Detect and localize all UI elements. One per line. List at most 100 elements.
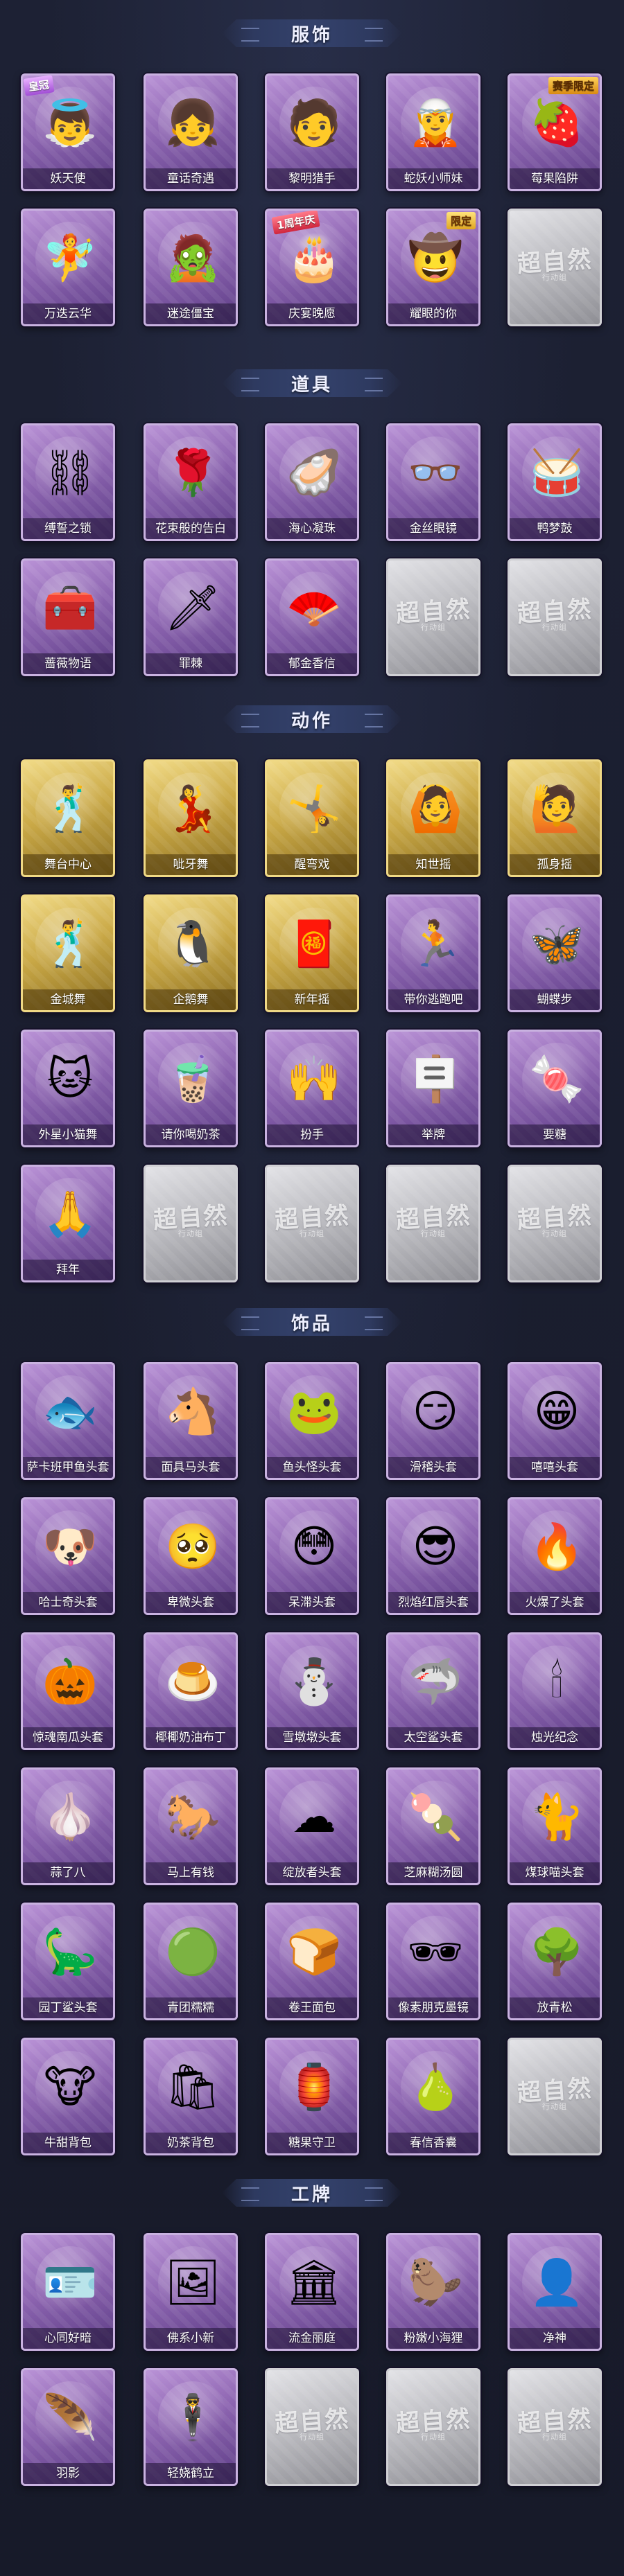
item-card[interactable]: 🕺 舞台中心 <box>21 759 115 877</box>
section-header: 道具 <box>222 364 402 403</box>
pose-run-icon: 🏃 <box>401 908 470 981</box>
first-aid-kit-icon: 🧰 <box>35 572 105 645</box>
item-card[interactable]: 🧋 请你喝奶茶 <box>144 1030 238 1147</box>
item-card[interactable]: 🦈 太空鲨头套 <box>386 1632 480 1750</box>
item-card[interactable]: ⛓ 缚誓之锁 <box>21 423 115 541</box>
item-card[interactable]: 🕶 像素朋克墨镜 <box>386 1903 480 2020</box>
item-card[interactable]: 👧 童话奇遇 <box>144 73 238 191</box>
item-card[interactable]: 😎 烈焰红唇头套 <box>386 1497 480 1615</box>
gold-glasses-icon: 👓 <box>401 436 470 510</box>
item-card[interactable]: 🦫 粉嫩小海狸 <box>386 2233 480 2351</box>
pose-butterfly-icon: 🦋 <box>522 908 591 981</box>
item-label: 净神 <box>510 2328 600 2349</box>
item-card[interactable]: 🎃 惊魂南瓜头套 <box>21 1632 115 1750</box>
item-card[interactable]: 🏃 带你逃跑吧 <box>386 894 480 1012</box>
item-card[interactable]: 🛍 奶茶背包 <box>144 2038 238 2155</box>
pose-sign-icon: 🪧 <box>401 1043 470 1116</box>
item-card[interactable]: 👓 金丝眼镜 <box>386 423 480 541</box>
item-card[interactable]: 🍞 卷王面包 <box>265 1903 359 2020</box>
item-label: 园丁鲨头套 <box>23 1997 113 2018</box>
item-card[interactable]: 🐮 牛甜背包 <box>21 2038 115 2155</box>
item-card[interactable]: 🕴 轻娆鹤立 <box>144 2368 238 2486</box>
item-card[interactable]: 🖼 佛系小新 <box>144 2233 238 2351</box>
pose-center-stage-icon: 🕺 <box>35 773 105 846</box>
item-card[interactable]: 👤 净神 <box>508 2233 602 2351</box>
item-label: 烈焰红唇头套 <box>388 1592 478 1613</box>
item-card[interactable]: 🙆 知世摇 <box>386 759 480 877</box>
item-card[interactable]: 🟢 青团糯糯 <box>144 1903 238 2020</box>
oath-chain-icon: ⛓ <box>35 436 105 510</box>
item-card[interactable]: 🌳 放青松 <box>508 1903 602 2020</box>
item-card[interactable]: 🏛 流金丽庭 <box>265 2233 359 2351</box>
gardener-shark-icon: 🦕 <box>35 1916 105 1989</box>
item-card[interactable]: 🧝 蛇妖小师妹 <box>386 73 480 191</box>
item-card[interactable]: 🔥 火爆了头套 <box>508 1497 602 1615</box>
item-card[interactable]: 🍓 莓果陷阱 赛季限定 <box>508 73 602 191</box>
item-card[interactable]: 💃 呲牙舞 <box>144 759 238 877</box>
placeholder-logo-sub: 行动组 <box>300 2433 324 2442</box>
item-card[interactable]: 🐴 面具马头套 <box>144 1362 238 1480</box>
item-card[interactable]: 🪶 羽影 <box>21 2368 115 2486</box>
item-label: 金丝眼镜 <box>388 518 478 539</box>
item-card[interactable]: 🥺 卑微头套 <box>144 1497 238 1615</box>
item-card[interactable]: 🙏 拜年 <box>21 1165 115 1282</box>
item-card[interactable]: 🪪 心同好暗 <box>21 2233 115 2351</box>
item-card[interactable]: 🐸 鱼头怪头套 <box>265 1362 359 1480</box>
empty-slot-card: 超自然 行动组 <box>508 1165 602 1282</box>
item-card[interactable]: 🥁 鸭梦鼓 <box>508 423 602 541</box>
item-card[interactable]: 🧑 黎明猎手 <box>265 73 359 191</box>
item-card[interactable]: 🧚 万迭云华 <box>21 209 115 326</box>
item-card[interactable]: 🧧 新年摇 <box>265 894 359 1012</box>
item-badge: 赛季限定 <box>548 77 598 94</box>
item-card[interactable]: 🐶 哈士奇头套 <box>21 1497 115 1615</box>
item-card[interactable]: 🗡 罪棘 <box>144 558 238 676</box>
item-card[interactable]: 🍬 要糖 <box>508 1030 602 1147</box>
item-card[interactable]: 🐎 马上有钱 <box>144 1767 238 1885</box>
item-label: 花束般的告白 <box>146 518 236 539</box>
item-label: 羽影 <box>23 2463 113 2484</box>
item-label: 流金丽庭 <box>267 2328 357 2349</box>
item-card[interactable]: 🐟 萨卡班甲鱼头套 <box>21 1362 115 1480</box>
item-card[interactable]: 🪭 郁金香信 <box>265 558 359 676</box>
item-card[interactable]: 🎂 庆宴晚愿 1周年庆 <box>265 209 359 326</box>
item-card[interactable]: 🙋 孤身摇 <box>508 759 602 877</box>
item-card[interactable]: 🧟 迷途僵宝 <box>144 209 238 326</box>
item-card[interactable]: 🕯 烛光纪念 <box>508 1632 602 1750</box>
item-card[interactable]: 🍡 芝麻糊汤圆 <box>386 1767 480 1885</box>
item-card[interactable]: 🦋 蝴蝶步 <box>508 894 602 1012</box>
item-label: 企鹅舞 <box>146 989 236 1010</box>
item-card[interactable]: 👼 妖天使 皇冠 <box>21 73 115 191</box>
item-card[interactable]: 🤸 醒弯戏 <box>265 759 359 877</box>
placeholder-logo-sub: 行动组 <box>542 623 567 632</box>
item-card[interactable]: 🪧 举牌 <box>386 1030 480 1147</box>
item-card[interactable]: 😁 嘻嘻头套 <box>508 1362 602 1480</box>
item-card[interactable]: ⛄ 雪墩墩头套 <box>265 1632 359 1750</box>
item-card[interactable]: 🌹 花束般的告白 <box>144 423 238 541</box>
item-card[interactable]: 🍐 春信香囊 <box>386 2038 480 2155</box>
item-label: 蝴蝶步 <box>510 989 600 1010</box>
item-card[interactable]: 🧄 蒜了八 <box>21 1767 115 1885</box>
item-card[interactable]: 😏 滑稽头套 <box>386 1362 480 1480</box>
candle-icon: 🕯 <box>522 1646 591 1719</box>
item-card[interactable]: 🐱 外星小猫舞 <box>21 1030 115 1147</box>
item-card[interactable]: 🏮 糖果守卫 <box>265 2038 359 2155</box>
husky-head-icon: 🐶 <box>35 1510 105 1584</box>
item-card[interactable]: 🕺 金城舞 <box>21 894 115 1012</box>
empty-slot-card: 超自然 行动组 <box>508 558 602 676</box>
thorn-staff-icon: 🗡 <box>158 572 227 645</box>
item-card[interactable]: 🤠 耀眼的你 限定 <box>386 209 480 326</box>
coal-cat-icon: 🐈 <box>522 1781 591 1854</box>
item-card[interactable]: 🙌 扮手 <box>265 1030 359 1147</box>
item-card[interactable]: 🦕 园丁鲨头套 <box>21 1903 115 2020</box>
item-label: 拜年 <box>23 1260 113 1280</box>
item-card[interactable]: 🐈 煤球喵头套 <box>508 1767 602 1885</box>
item-card[interactable]: 🧰 蔷薇物语 <box>21 558 115 676</box>
fairytale-girl-icon: 👧 <box>158 87 227 160</box>
pose-grin-dance-icon: 💃 <box>158 773 227 846</box>
item-card[interactable]: 🐧 企鹅舞 <box>144 894 238 1012</box>
item-card[interactable]: ☁ 绽放者头套 <box>265 1767 359 1885</box>
item-card[interactable]: 🦪 海心凝珠 <box>265 423 359 541</box>
item-card[interactable]: 😳 呆滞头套 <box>265 1497 359 1615</box>
item-label: 耀眼的你 <box>388 303 478 324</box>
item-card[interactable]: 🍮 椰椰奶油布丁 <box>144 1632 238 1750</box>
